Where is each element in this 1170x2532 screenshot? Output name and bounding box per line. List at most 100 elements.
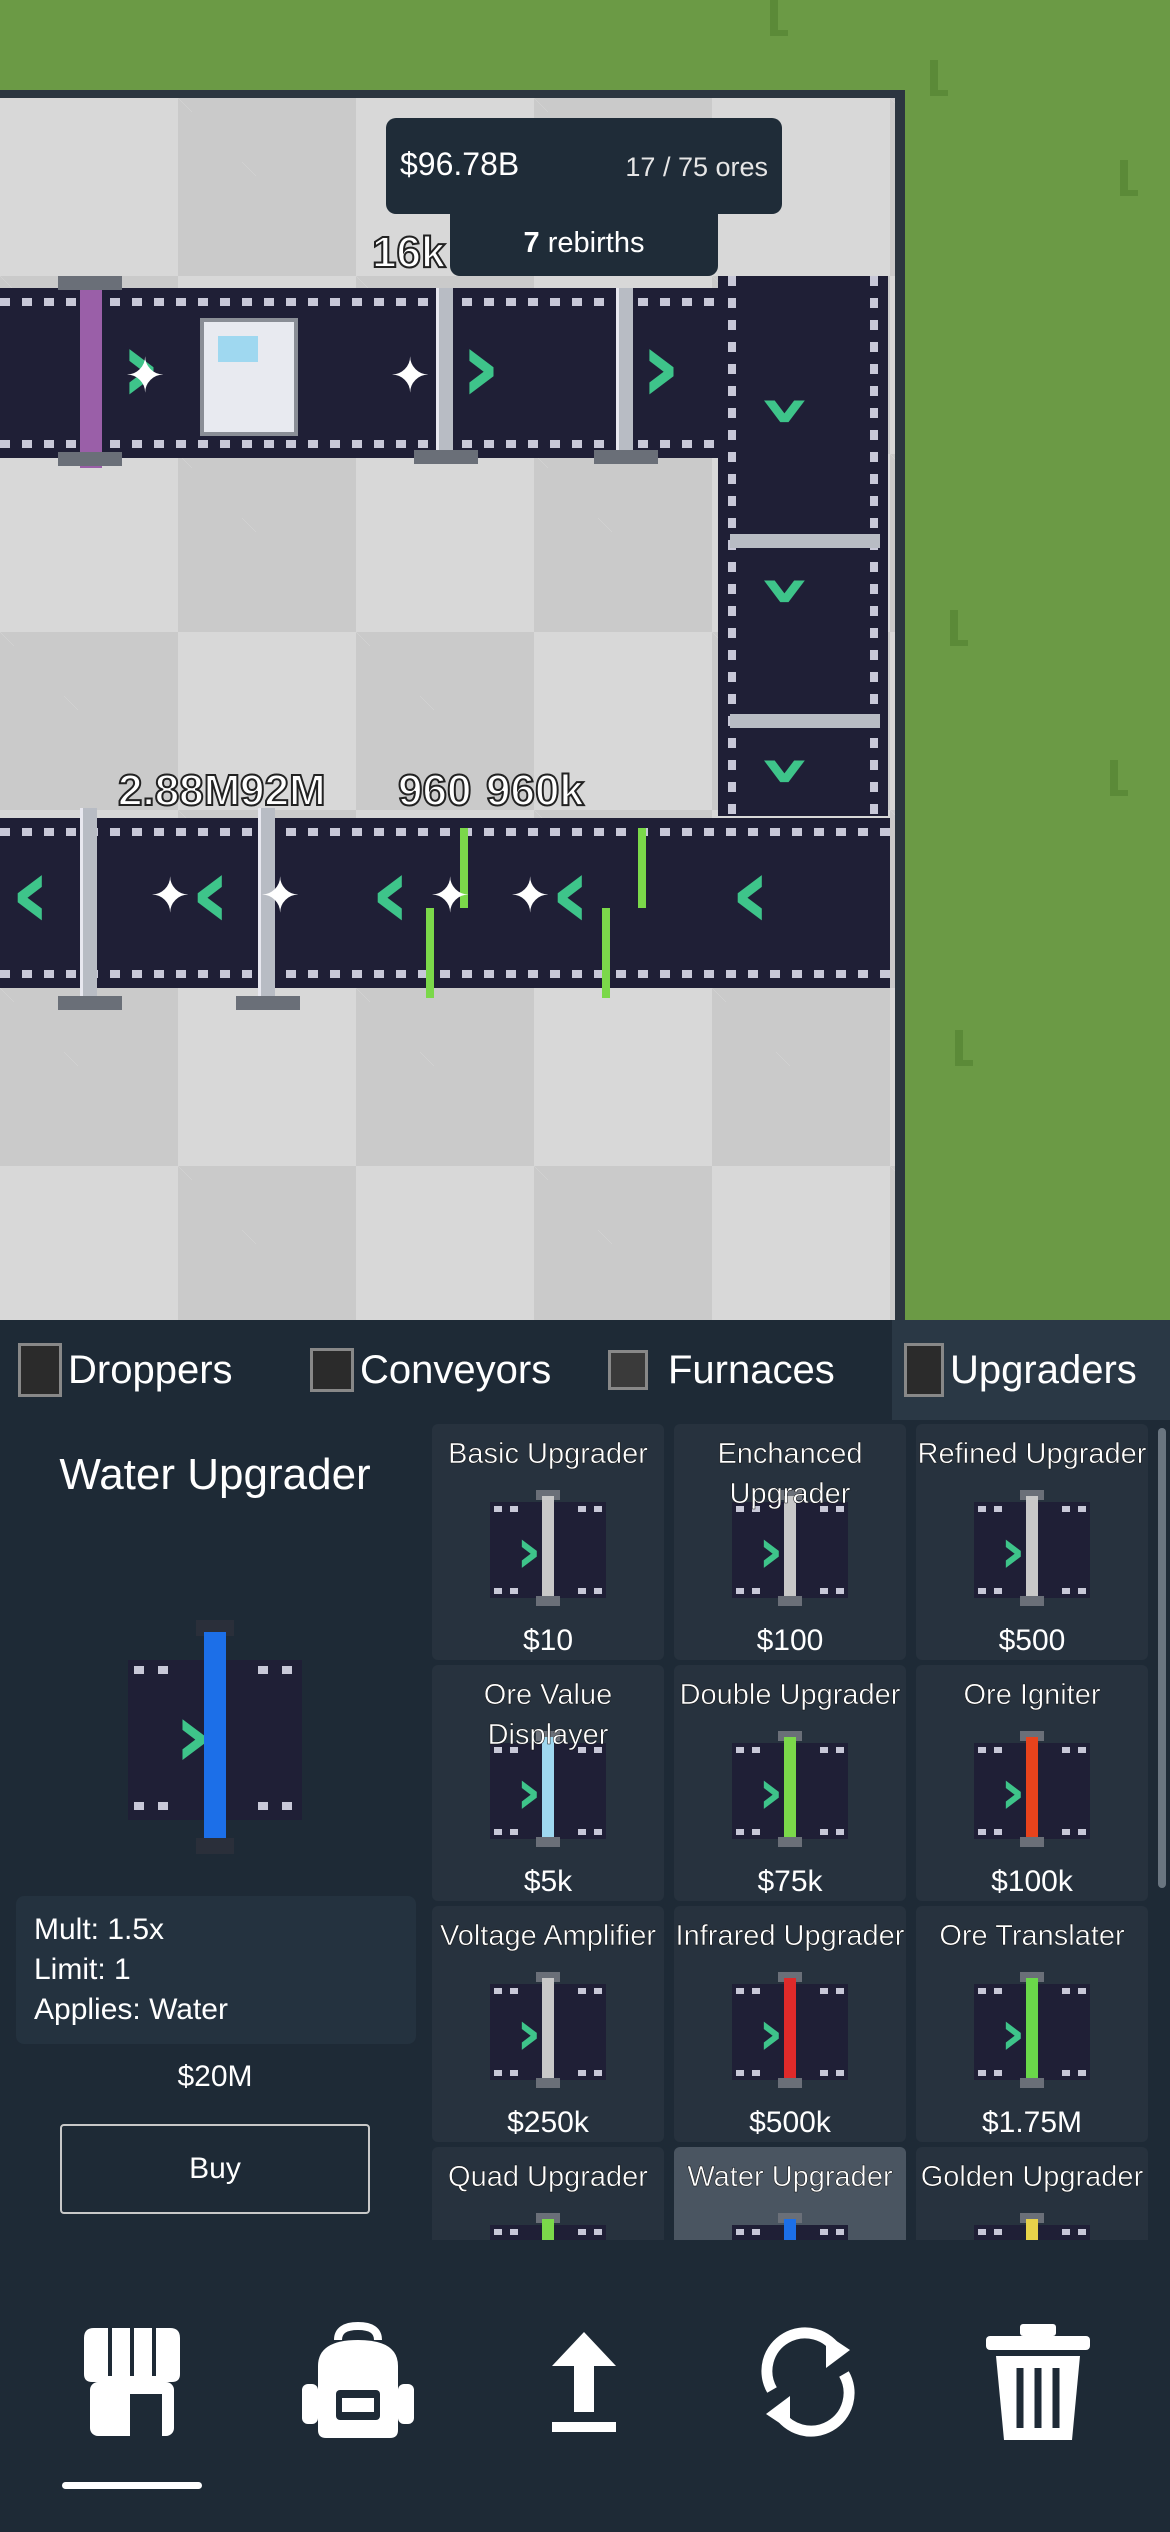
stat-limit: Limit: 1 — [34, 1953, 131, 1986]
shop-item-name: Enchanced Upgrader — [717, 1438, 863, 1511]
ore-icon: ✦ — [125, 350, 166, 403]
shop-item-name: Ore Igniter — [963, 1679, 1101, 1712]
pillar-cap — [594, 450, 658, 464]
ore-value-label: 960k — [485, 765, 585, 816]
conveyor-arrow-icon: ‹ — [190, 834, 232, 951]
ore-icon: ✦ — [430, 870, 471, 923]
upgrader-bar[interactable] — [730, 534, 880, 548]
tab-furnaces[interactable]: Furnaces — [608, 1320, 888, 1420]
conveyor-arrow-icon: › — [736, 391, 842, 430]
ore-value-label: 92M — [239, 765, 327, 816]
upgrader-shop-grid[interactable]: › Basic Upgrader $10 › Enchanced Upgrader $10… — [432, 1424, 1156, 2240]
game-view[interactable]: › › › ✦ ✦ › › › ‹ ‹ ‹ ‹ ‹ ✦ ✦ ✦ ✦ 16k 2.… — [0, 0, 1170, 1320]
shop-item-price: $100 — [756, 1624, 824, 1657]
pillar-cap — [58, 452, 122, 466]
shop-item-price: $10 — [522, 1624, 574, 1657]
upgrader-pillar[interactable] — [436, 288, 453, 458]
shop-item-card[interactable]: › Ore Igniter $100k — [916, 1665, 1148, 1901]
delete-button[interactable] — [968, 2312, 1108, 2452]
conveyor-arrow-icon: › — [640, 308, 682, 425]
shop-item-card[interactable]: › Basic Upgrader $10 — [432, 1424, 664, 1660]
inventory-button[interactable] — [288, 2312, 428, 2452]
grass-tuft — [950, 610, 968, 646]
upgrader-icon — [904, 1343, 944, 1397]
grid-scrollbar[interactable] — [1158, 1428, 1166, 1888]
furnace-icon — [608, 1350, 648, 1390]
stat-mult: Mult: 1.5x — [34, 1913, 165, 1946]
bottom-nav — [0, 2242, 1170, 2532]
svg-text:›: › — [758, 1755, 784, 1828]
shop-item-card[interactable]: › Enchanced Upgrader $100 — [674, 1424, 906, 1660]
upgrader-bar[interactable] — [730, 714, 880, 728]
shop-item-name: Golden Upgrader — [920, 2161, 1144, 2194]
shop-item-card[interactable]: › Infrared Upgrader $500k — [674, 1906, 906, 2142]
upgrader-icon: › — [490, 2213, 606, 2240]
shop-item-price: $500 — [998, 1624, 1066, 1657]
shop-item-card[interactable]: › Double Upgrader $75k — [674, 1665, 906, 1901]
pillar-cap — [236, 996, 300, 1010]
rebirth-button[interactable] — [738, 2312, 878, 2452]
shop-item-card[interactable]: › Water Upgrader — [674, 2147, 906, 2240]
shop-item-card[interactable]: › Voltage Amplifier $250k — [432, 1906, 664, 2142]
svg-text:›: › — [1000, 2237, 1026, 2240]
conveyor-arrow-icon: ‹ — [550, 834, 592, 951]
tab-droppers[interactable]: Droppers — [18, 1320, 278, 1420]
shop-item-card[interactable]: › Refined Upgrader $500 — [916, 1424, 1148, 1660]
tab-conveyors[interactable]: Conveyors — [310, 1320, 570, 1420]
shop-item-name: Voltage Amplifier — [439, 1920, 657, 1953]
upgrader-icon: › — [732, 2213, 848, 2240]
item-title: Water Upgrader — [59, 1450, 371, 1499]
upgrader-icon: › — [490, 1972, 606, 2088]
place-button[interactable] — [514, 2312, 654, 2452]
svg-text:›: › — [516, 1755, 542, 1828]
shop-button[interactable] — [62, 2312, 202, 2452]
grass-tuft — [1110, 760, 1128, 796]
rebirth-count: 7 — [523, 227, 540, 259]
ore-value-label: 2.88M — [117, 765, 241, 816]
upgrader-pillar[interactable] — [80, 808, 97, 998]
shop-item-price: $500k — [749, 2106, 831, 2139]
upgrader-icon: › — [974, 1972, 1090, 2088]
conveyor-arrow-icon: › — [736, 571, 842, 610]
svg-text:›: › — [516, 1514, 542, 1587]
ore-value-displayer[interactable] — [200, 318, 298, 436]
shop-item-card[interactable]: › Ore Translater $1.75M — [916, 1906, 1148, 2142]
shop-item-name: Ore Value Displayer — [483, 1679, 613, 1752]
ore-icon: ✦ — [510, 870, 551, 923]
upgrader-icon: › — [732, 1731, 848, 1847]
svg-text:›: › — [1000, 1996, 1026, 2069]
shop-item-name: Double Upgrader — [679, 1679, 901, 1712]
pillar-cap — [58, 276, 122, 290]
grass-tuft — [955, 1030, 973, 1066]
svg-text:›: › — [516, 1996, 542, 2069]
buy-button[interactable]: Buy — [60, 2124, 370, 2214]
ore-icon: ✦ — [260, 870, 301, 923]
double-upgrader-bar[interactable] — [638, 828, 646, 908]
double-upgrader-bar[interactable] — [602, 908, 610, 998]
shop-item-name: Infrared Upgrader — [675, 1920, 905, 1953]
upgrader-pillar[interactable] — [616, 288, 633, 458]
tab-label: Furnaces — [668, 1347, 835, 1392]
upgrader-icon: › — [490, 1490, 606, 1606]
upload-icon — [552, 2332, 616, 2432]
stat-applies: Applies: Water — [34, 1993, 228, 2026]
tab-label: Upgraders — [950, 1347, 1137, 1392]
tab-upgraders[interactable]: Upgraders — [892, 1320, 1170, 1420]
shop-item-card[interactable]: › Quad Upgrader — [432, 2147, 664, 2240]
backpack-icon — [302, 2321, 414, 2438]
purple-upgrader-pillar[interactable] — [80, 278, 102, 468]
ore-value-label: 960 — [397, 765, 472, 816]
shop-item-card[interactable]: › Ore Value Displayer $5k — [432, 1665, 664, 1901]
shop-item-card[interactable]: › Golden Upgrader — [916, 2147, 1148, 2240]
conveyor-arrow-icon: ‹ — [370, 834, 412, 951]
rebirth-icon — [761, 2327, 855, 2437]
active-tab-indicator — [62, 2482, 202, 2489]
pillar-cap — [414, 450, 478, 464]
rebirth-counter: 7 rebirths — [450, 210, 718, 276]
item-price: $20M — [177, 2060, 253, 2093]
conveyor-arrow-icon: › — [736, 751, 842, 790]
tab-label: Droppers — [68, 1347, 233, 1392]
factory-floor[interactable]: › › › ✦ ✦ › › › ‹ ‹ ‹ ‹ ‹ ✦ ✦ ✦ ✦ 16k 2.… — [0, 90, 905, 1320]
svg-text:›: › — [516, 2237, 542, 2240]
upgrader-icon: › — [974, 1490, 1090, 1606]
